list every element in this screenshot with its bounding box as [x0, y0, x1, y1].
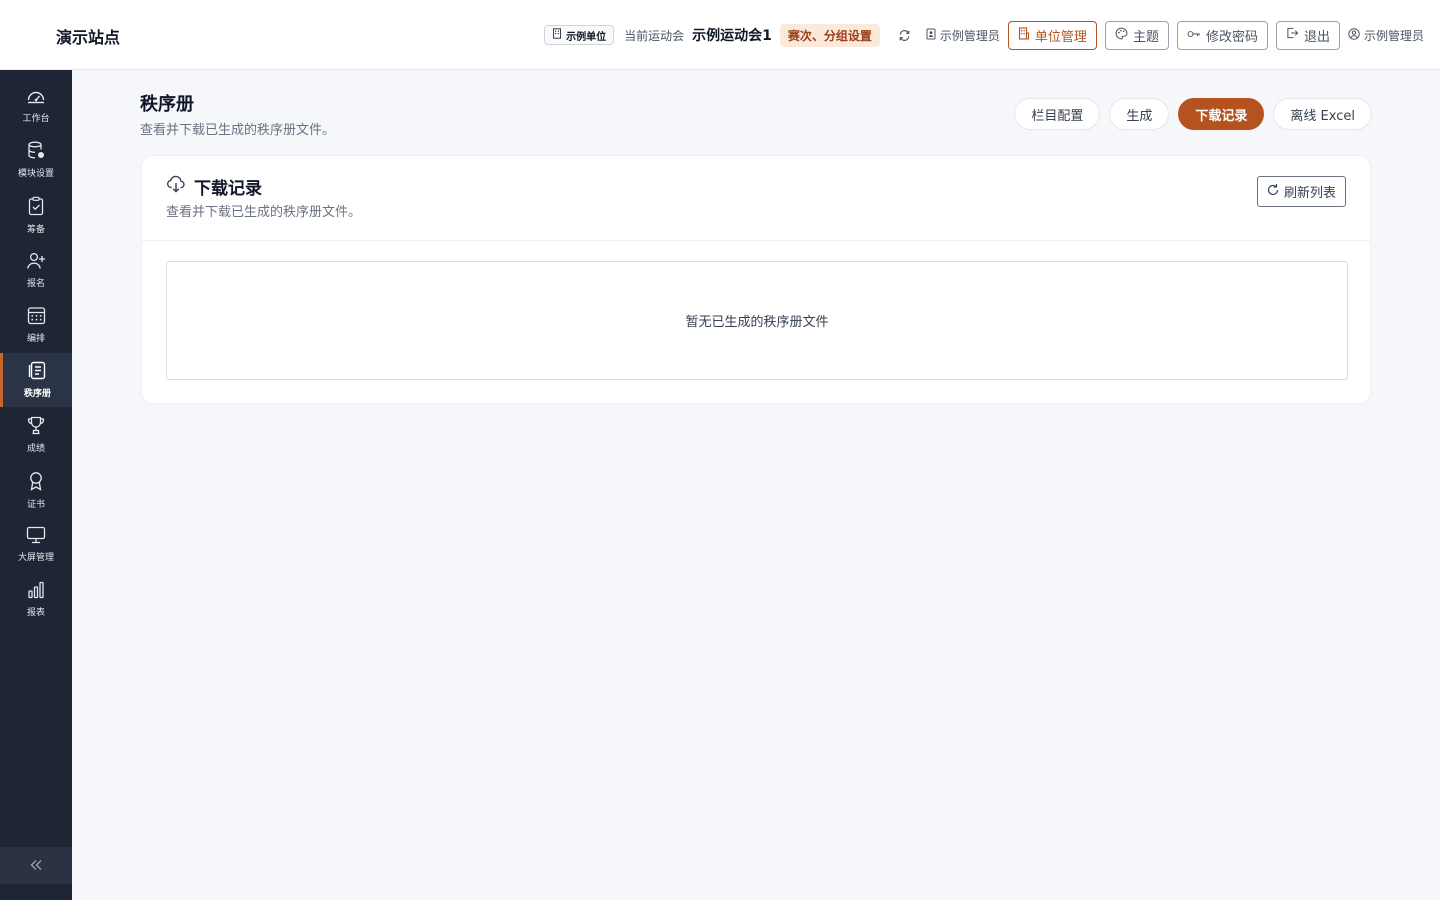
current-meet-label: 当前运动会 [624, 28, 685, 43]
user-name: 示例管理员 [1363, 28, 1424, 43]
logout-label: 退出 [1303, 29, 1330, 45]
tab-offline-excel[interactable]: 离线 Excel [1273, 98, 1372, 130]
calendar-grid-icon [27, 306, 46, 329]
site-name: 演示站点 [56, 28, 121, 47]
sidebar-item-certificates[interactable]: 证书 [0, 463, 72, 517]
sidebar-item-label: 模块设置 [17, 169, 54, 179]
stage-badge[interactable]: 赛次、分组设置 [779, 23, 880, 47]
dashboard-gauge-icon [26, 87, 46, 109]
monitor-icon [26, 526, 46, 548]
sidebar-item-label: 编排 [26, 334, 45, 344]
refresh-list-button[interactable]: 刷新列表 [1256, 176, 1346, 207]
sidebar-item-label: 秩序册 [23, 389, 51, 399]
sidebar-item-label: 报表 [26, 607, 45, 618]
unit-chip[interactable]: 示例单位 [544, 25, 615, 45]
sidebar: 工作台 模块设置 筹备 报名 编排 秩序册 成绩 证书 大屏管理 报表 [0, 70, 72, 900]
palette-icon [1115, 27, 1128, 44]
theme-label: 主题 [1132, 29, 1159, 45]
theme-button[interactable]: 主题 [1104, 20, 1169, 50]
user-plus-icon [26, 252, 46, 274]
user-circle-icon [1348, 27, 1360, 43]
sidebar-item-preparation[interactable]: 筹备 [0, 188, 72, 242]
sidebar-item-dashboard[interactable]: 工作台 [0, 78, 72, 132]
page-title: 秩序册 [140, 94, 194, 115]
sidebar-item-reports[interactable]: 报表 [0, 572, 72, 626]
key-icon [1187, 28, 1201, 43]
top-header: 演示站点 示例单位 当前运动会 示例运动会1 赛次、分组设置 示例管理员 单位管… [0, 0, 1440, 70]
card-header: 下载记录 查看并下载已生成的秩序册文件。 刷新列表 [142, 156, 1370, 241]
sidebar-item-label: 大屏管理 [17, 552, 54, 563]
sidebar-item-registration[interactable]: 报名 [0, 243, 72, 297]
sidebar-item-label: 成绩 [26, 444, 45, 454]
admin-badge: 示例管理员 [926, 27, 1000, 44]
sidebar-item-results[interactable]: 成绩 [0, 408, 72, 462]
refresh-icon [1267, 183, 1279, 200]
double-chevron-left-icon [30, 856, 42, 875]
document-list-icon [28, 361, 47, 384]
header-actions: 示例单位 当前运动会 示例运动会1 赛次、分组设置 示例管理员 单位管理 主题 [544, 20, 1424, 50]
page-description: 查看并下载已生成的秩序册文件。 [140, 123, 336, 138]
bar-chart-icon [27, 581, 45, 603]
building-icon [1018, 26, 1030, 44]
page-tabs: 栏目配置 生成 下载记录 离线 Excel [1014, 98, 1372, 130]
tab-generate[interactable]: 生成 [1109, 98, 1170, 130]
clipboard-check-icon [27, 196, 45, 220]
change-password-label: 修改密码 [1205, 29, 1258, 45]
card-title: 下载记录 [166, 174, 262, 199]
sidebar-item-label: 报名 [26, 278, 45, 289]
unit-manage-button[interactable]: 单位管理 [1007, 20, 1097, 50]
tab-column-config[interactable]: 栏目配置 [1014, 98, 1101, 130]
unit-chip-label: 示例单位 [566, 31, 607, 43]
id-badge-icon [926, 28, 936, 43]
admin-label: 示例管理员 [939, 28, 1000, 43]
database-settings-icon [26, 141, 46, 164]
empty-state-text: 暂无已生成的秩序册文件 [685, 315, 829, 330]
sidebar-item-scheduling[interactable]: 编排 [0, 298, 72, 352]
tab-download-records[interactable]: 下载记录 [1178, 98, 1265, 130]
sidebar-item-program-book[interactable]: 秩序册 [0, 353, 72, 407]
logout-icon [1286, 27, 1299, 43]
change-password-button[interactable]: 修改密码 [1176, 20, 1268, 50]
sidebar-item-big-screen[interactable]: 大屏管理 [0, 517, 72, 571]
current-meet-name[interactable]: 示例运动会1 [692, 25, 772, 45]
download-records-card: 下载记录 查看并下载已生成的秩序册文件。 刷新列表 暂无已生成的秩序册文件 [141, 155, 1371, 404]
sidebar-item-label: 证书 [26, 499, 45, 510]
sidebar-collapse-button[interactable] [0, 847, 72, 884]
cloud-download-icon [166, 175, 186, 198]
sidebar-item-module-settings[interactable]: 模块设置 [0, 133, 72, 187]
unit-manage-label: 单位管理 [1034, 29, 1087, 45]
trophy-icon [26, 416, 46, 439]
card-description: 查看并下载已生成的秩序册文件。 [166, 205, 362, 220]
award-icon [27, 471, 45, 495]
sidebar-item-label: 筹备 [26, 224, 45, 235]
sync-icon[interactable] [896, 26, 914, 44]
empty-state: 暂无已生成的秩序册文件 [166, 261, 1348, 380]
sidebar-item-label: 工作台 [22, 113, 50, 124]
refresh-list-label: 刷新列表 [1283, 186, 1336, 201]
logout-button[interactable]: 退出 [1275, 20, 1340, 50]
building-icon [552, 28, 562, 42]
user-menu[interactable]: 示例管理员 [1348, 27, 1424, 44]
card-title-text: 下载记录 [194, 179, 262, 199]
